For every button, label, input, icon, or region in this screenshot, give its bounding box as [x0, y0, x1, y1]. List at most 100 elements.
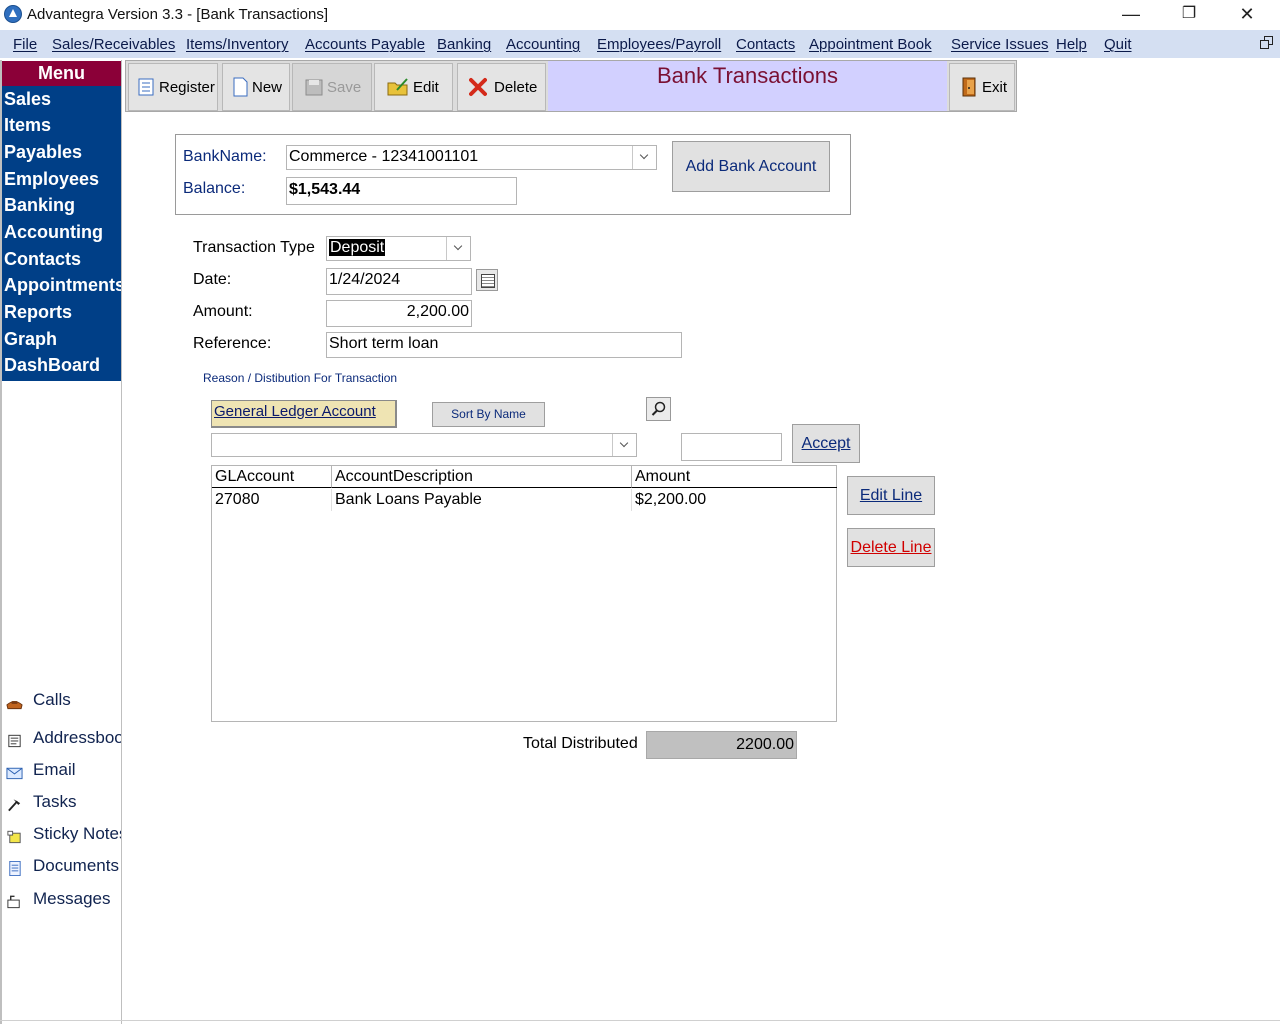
- reference-field[interactable]: Short term loan: [326, 332, 682, 358]
- table-row-cell-glaccount[interactable]: 27080: [212, 489, 332, 511]
- menu-contacts[interactable]: Contacts: [736, 36, 795, 53]
- menu-header: Menu: [2, 61, 121, 86]
- balance-label: Balance:: [183, 180, 246, 197]
- column-header-amount[interactable]: Amount: [632, 466, 837, 488]
- toolbar: Register New Save Edit Delete Bank Trans…: [125, 60, 1017, 112]
- phone-icon: [6, 701, 23, 710]
- exit-label: Exit: [982, 79, 1008, 96]
- window-title: Advantegra Version 3.3 - [Bank Transacti…: [27, 6, 329, 23]
- nav-item-reports[interactable]: Reports: [4, 302, 72, 323]
- chevron-down-icon[interactable]: [632, 146, 656, 169]
- nav-item-employees[interactable]: Employees: [4, 169, 99, 190]
- edit-folder-icon: [387, 78, 408, 96]
- table-row-cell-description[interactable]: Bank Loans Payable: [332, 489, 632, 511]
- menu-items-inventory[interactable]: Items/Inventory: [186, 36, 289, 53]
- menu-appointment-book[interactable]: Appointment Book: [809, 36, 932, 53]
- line-amount-field[interactable]: [681, 433, 782, 461]
- column-header-glaccount[interactable]: GLAccount: [212, 466, 332, 488]
- date-label: Date:: [193, 271, 232, 288]
- menu-employees-payroll[interactable]: Employees/Payroll: [597, 36, 721, 53]
- sticky-note-icon: [7, 830, 21, 844]
- menu-service-issues[interactable]: Service Issues: [951, 36, 1049, 53]
- transaction-type-value: Deposit: [329, 239, 386, 256]
- nav-item-sales[interactable]: Sales: [4, 89, 51, 110]
- accept-button[interactable]: Accept: [792, 424, 860, 463]
- tool-messages-label: Messages: [33, 889, 111, 908]
- save-disk-icon: [305, 79, 323, 96]
- register-button[interactable]: Register: [128, 63, 218, 111]
- tool-addressbook-label: Addressbook: [33, 728, 121, 747]
- tool-email[interactable]: Email: [4, 760, 121, 784]
- search-icon: [651, 401, 666, 416]
- edit-line-button[interactable]: Edit Line: [847, 476, 935, 515]
- chevron-down-icon[interactable]: [612, 434, 636, 456]
- column-header-accountdescription[interactable]: AccountDescription: [332, 466, 632, 488]
- save-button[interactable]: Save: [292, 63, 372, 111]
- edit-button[interactable]: Edit: [374, 63, 453, 111]
- nav-item-dashboard[interactable]: DashBoard: [4, 355, 100, 376]
- gl-account-select[interactable]: [211, 433, 637, 457]
- minimize-button[interactable]: —: [1102, 0, 1160, 30]
- tool-addressbook[interactable]: Addressbook: [4, 728, 121, 752]
- menu-accounting[interactable]: Accounting: [506, 36, 580, 53]
- menu-banking[interactable]: Banking: [437, 36, 491, 53]
- new-document-icon: [233, 77, 248, 97]
- close-button[interactable]: ✕: [1218, 0, 1276, 30]
- status-divider: [0, 1020, 1280, 1024]
- messages-icon: [7, 895, 20, 909]
- bank-name-select[interactable]: Commerce - 12341001101: [286, 145, 657, 170]
- chevron-down-icon[interactable]: [446, 237, 470, 260]
- distribution-caption: Reason / Distibution For Transaction: [203, 371, 398, 385]
- nav-item-banking[interactable]: Banking: [4, 195, 75, 216]
- tool-documents[interactable]: Documents: [4, 856, 121, 880]
- delete-line-button[interactable]: Delete Line: [847, 528, 935, 567]
- total-distributed-field: 2200.00: [646, 731, 797, 759]
- exit-door-icon: [962, 77, 976, 97]
- tasks-icon: [8, 799, 21, 812]
- general-ledger-account-button[interactable]: General Ledger Account: [211, 400, 397, 428]
- bank-name-value: Commerce - 12341001101: [289, 148, 479, 165]
- nav-item-items[interactable]: Items: [4, 115, 51, 136]
- tool-documents-label: Documents: [33, 856, 119, 875]
- nav-item-appointments[interactable]: Appointments: [4, 275, 121, 296]
- amount-label: Amount:: [193, 303, 253, 320]
- nav-item-contacts[interactable]: Contacts: [4, 249, 81, 270]
- total-distributed-label: Total Distributed: [523, 735, 638, 752]
- tool-tasks[interactable]: Tasks: [4, 792, 121, 816]
- tool-calls[interactable]: Calls: [4, 690, 121, 714]
- reference-label: Reference:: [193, 335, 272, 352]
- tool-email-label: Email: [33, 760, 76, 779]
- register-label: Register: [159, 79, 215, 96]
- search-button[interactable]: [646, 397, 671, 421]
- new-button[interactable]: New: [222, 63, 290, 111]
- menu-file[interactable]: File: [13, 36, 37, 53]
- table-row-cell-amount[interactable]: $2,200.00: [632, 489, 837, 511]
- add-bank-account-button[interactable]: Add Bank Account: [672, 141, 830, 192]
- exit-button[interactable]: Exit: [949, 63, 1015, 111]
- email-icon: [6, 767, 23, 780]
- menu-quit[interactable]: Quit: [1104, 36, 1132, 53]
- nav-item-payables[interactable]: Payables: [4, 142, 82, 163]
- delete-button[interactable]: Delete: [457, 63, 546, 111]
- save-label: Save: [327, 79, 362, 96]
- maximize-button[interactable]: ❐: [1160, 0, 1218, 30]
- page-title-panel: Bank Transactions: [548, 61, 947, 111]
- date-field[interactable]: 1/24/2024: [326, 268, 472, 295]
- menu-sales-receivables[interactable]: Sales/Receivables: [52, 36, 175, 53]
- delete-x-icon: [469, 78, 487, 96]
- addressbook-icon: [8, 734, 21, 748]
- transaction-type-select[interactable]: Deposit: [326, 236, 471, 261]
- amount-field[interactable]: 2,200.00: [326, 300, 472, 327]
- nav-item-accounting[interactable]: Accounting: [4, 222, 103, 243]
- tool-sticky-notes[interactable]: Sticky Notes: [4, 824, 121, 848]
- app-logo-icon: [4, 5, 22, 23]
- restore-window-icon[interactable]: [1260, 36, 1273, 49]
- nav-item-graph[interactable]: Graph: [4, 329, 57, 350]
- menu-accounts-payable[interactable]: Accounts Payable: [305, 36, 425, 53]
- sort-by-name-button[interactable]: Sort By Name: [432, 402, 545, 427]
- tool-messages[interactable]: Messages: [4, 889, 121, 913]
- menu-help[interactable]: Help: [1056, 36, 1087, 53]
- title-bar: Advantegra Version 3.3 - [Bank Transacti…: [0, 0, 1280, 30]
- calendar-icon[interactable]: [476, 269, 498, 291]
- balance-field: $1,543.44: [286, 177, 517, 205]
